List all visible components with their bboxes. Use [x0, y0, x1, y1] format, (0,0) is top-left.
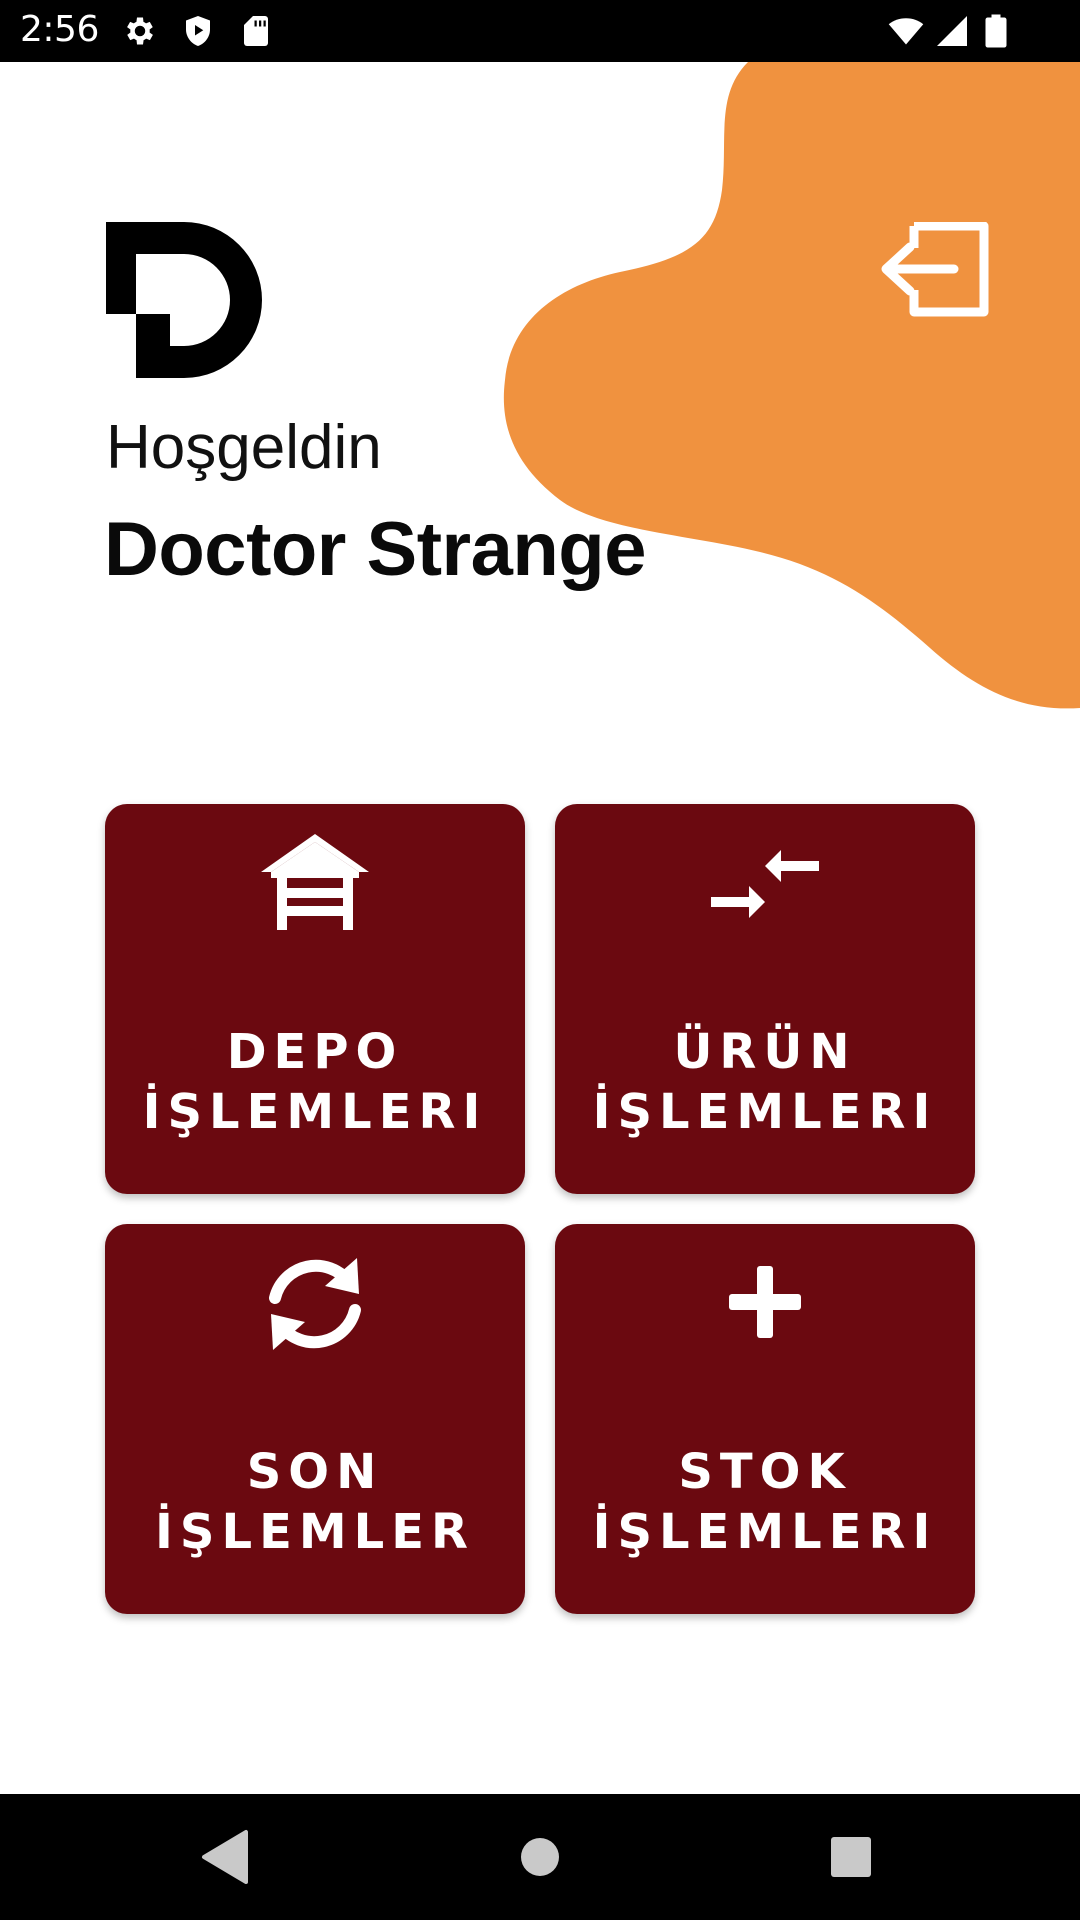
logout-button[interactable]: [878, 221, 992, 318]
navigation-bar: [0, 1794, 1080, 1920]
stok-islemleri-button[interactable]: STOK İŞLEMLERI: [555, 1224, 975, 1614]
user-name: Doctor Strange: [104, 507, 646, 592]
home-icon[interactable]: [507, 1824, 573, 1890]
tile-label: SON İŞLEMLER: [155, 1444, 475, 1560]
compare-arrows-icon: [707, 826, 823, 942]
greeting-text: Hoşgeldin: [106, 413, 382, 482]
refresh-icon: [257, 1246, 373, 1362]
depo-islemleri-button[interactable]: DEPO İŞLEMLERI: [105, 804, 525, 1194]
warehouse-icon: [257, 826, 373, 942]
logout-icon: [881, 221, 989, 317]
tile-label: DEPO İŞLEMLERI: [142, 1024, 488, 1140]
son-islemler-button[interactable]: SON İŞLEMLER: [105, 1224, 525, 1614]
back-icon[interactable]: [192, 1824, 258, 1890]
plus-icon: [707, 1246, 823, 1362]
d-logo-icon: [106, 222, 262, 378]
tile-label: ÜRÜN İŞLEMLERI: [592, 1024, 938, 1140]
recents-icon[interactable]: [818, 1824, 884, 1890]
tile-label: STOK İŞLEMLERI: [592, 1444, 938, 1560]
urun-islemleri-button[interactable]: ÜRÜN İŞLEMLERI: [555, 804, 975, 1194]
